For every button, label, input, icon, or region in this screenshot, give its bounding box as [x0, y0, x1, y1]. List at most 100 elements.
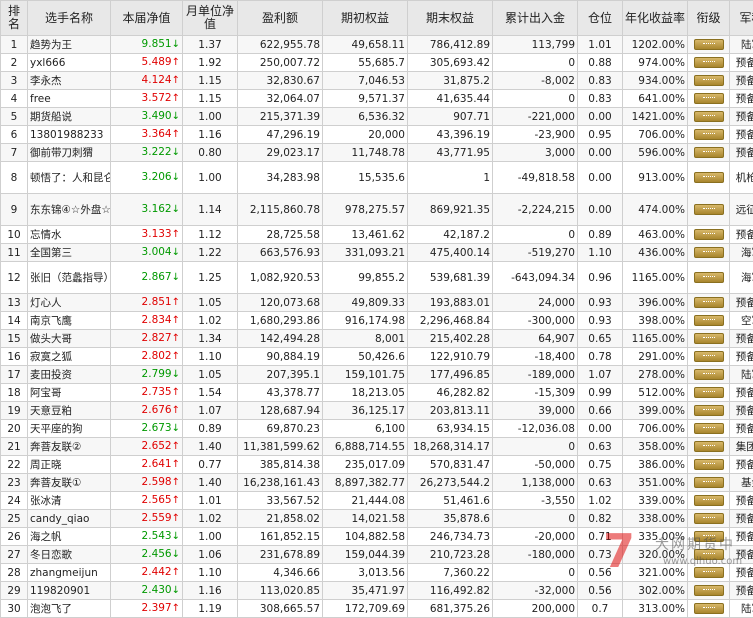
cell-start-equity: 6,100: [323, 420, 408, 438]
header-cumulative-flow[interactable]: 累计出入金: [493, 1, 578, 36]
cell-player-name[interactable]: 灯心人: [28, 294, 111, 312]
cell-player-name[interactable]: candy_qiao: [28, 510, 111, 528]
cell-player-name[interactable]: 忘情水: [28, 226, 111, 244]
cell-profit: 622,955.78: [238, 36, 323, 54]
header-profit[interactable]: 盈利额: [238, 1, 323, 36]
arrow-down-icon: ↓: [172, 531, 180, 542]
cell-player-name[interactable]: zhangmeijun: [28, 564, 111, 582]
cell-monthly-nav: 1.01: [183, 492, 238, 510]
cell-nav: 2.867↓: [111, 262, 183, 294]
header-monthly-nav[interactable]: 月单位净值: [183, 1, 238, 36]
rank-badge-icon: [694, 147, 724, 158]
cell-army: 预备役: [730, 54, 753, 72]
cell-player-name[interactable]: 麦田投资: [28, 366, 111, 384]
cell-profit: 2,115,860.78: [238, 194, 323, 226]
rank-badge-icon: [694, 387, 724, 398]
rank-badge-icon: [694, 513, 724, 524]
cell-rank-badge: [688, 294, 730, 312]
cell-profit: 11,381,599.62: [238, 438, 323, 456]
cell-player-name[interactable]: 李永杰: [28, 72, 111, 90]
cell-rank: 3: [1, 72, 28, 90]
header-nav[interactable]: 本届净值: [111, 1, 183, 36]
header-rank[interactable]: 排名: [1, 1, 28, 36]
cell-rank-badge: [688, 420, 730, 438]
cell-rank: 29: [1, 582, 28, 600]
header-start-equity[interactable]: 期初权益: [323, 1, 408, 36]
cell-player-name[interactable]: 顿悟了：人和昆仑基金: [28, 162, 111, 194]
header-annual-return[interactable]: 年化收益率: [623, 1, 688, 36]
cell-nav: 3.004↓: [111, 244, 183, 262]
cell-player-name[interactable]: 海之帆: [28, 528, 111, 546]
cell-rank: 8: [1, 162, 28, 194]
cell-monthly-nav: 1.00: [183, 528, 238, 546]
cell-player-name[interactable]: 趋势为王: [28, 36, 111, 54]
cell-nav: 2.456↓: [111, 546, 183, 564]
cell-player-name[interactable]: 期货船说: [28, 108, 111, 126]
table-row: 18阿宝哥2.735↑1.5443,378.7718,213.0546,282.…: [1, 384, 753, 402]
cell-monthly-nav: 1.92: [183, 54, 238, 72]
cell-cumulative-flow: 3,000: [493, 144, 578, 162]
cell-profit: 231,678.89: [238, 546, 323, 564]
nav-value: 9.851: [142, 38, 172, 50]
rank-badge-icon: [694, 585, 724, 596]
cell-profit: 34,283.98: [238, 162, 323, 194]
nav-value: 2.430: [142, 584, 172, 596]
cell-rank: 27: [1, 546, 28, 564]
cell-player-name[interactable]: 张冰清: [28, 492, 111, 510]
cell-cumulative-flow: 0: [493, 226, 578, 244]
cell-player-name[interactable]: 全国第三: [28, 244, 111, 262]
table-row: 9东东锦④☆外盘☆3.162↓1.142,115,860.78978,275.5…: [1, 194, 753, 226]
rank-badge-icon: [694, 272, 724, 283]
cell-player-name[interactable]: 南京飞鹰: [28, 312, 111, 330]
cell-player-name[interactable]: 泡泡飞了: [28, 600, 111, 618]
cell-player-name[interactable]: 寂寞之狐: [28, 348, 111, 366]
rank-badge-icon: [694, 495, 724, 506]
cell-player-name[interactable]: free: [28, 90, 111, 108]
cell-start-equity: 13,461.62: [323, 226, 408, 244]
cell-position: 0.83: [578, 72, 623, 90]
cell-army: 预备役: [730, 402, 753, 420]
cell-annual-return: 320.00%: [623, 546, 688, 564]
arrow-up-icon: ↑: [172, 459, 180, 470]
cell-player-name[interactable]: 做头大哥: [28, 330, 111, 348]
nav-value: 3.206: [142, 171, 172, 183]
cell-rank-badge: [688, 54, 730, 72]
cell-player-name[interactable]: 天平座的狗: [28, 420, 111, 438]
cell-player-name[interactable]: 天意豆粕: [28, 402, 111, 420]
cell-end-equity: 35,878.6: [408, 510, 493, 528]
cell-player-name[interactable]: 周正晓: [28, 456, 111, 474]
cell-player-name[interactable]: 冬日恋歌: [28, 546, 111, 564]
cell-player-name[interactable]: 张旧（范蠡指导）: [28, 262, 111, 294]
cell-rank: 16: [1, 348, 28, 366]
cell-player-name[interactable]: 东东锦④☆外盘☆: [28, 194, 111, 226]
table-row: 4free3.572↑1.1532,064.079,571.3741,635.4…: [1, 90, 753, 108]
cell-start-equity: 11,748.78: [323, 144, 408, 162]
nav-value: 2.641: [142, 458, 172, 470]
cell-position: 1.07: [578, 366, 623, 384]
cell-player-name[interactable]: 奔菩友联②: [28, 438, 111, 456]
cell-player-name[interactable]: 119820901: [28, 582, 111, 600]
header-end-equity[interactable]: 期末权益: [408, 1, 493, 36]
nav-value: 2.456: [142, 548, 172, 560]
cell-monthly-nav: 1.16: [183, 582, 238, 600]
cell-player-name[interactable]: yxl666: [28, 54, 111, 72]
cell-monthly-nav: 1.00: [183, 162, 238, 194]
table-row: 24张冰清2.565↑1.0133,567.5221,444.0851,461.…: [1, 492, 753, 510]
cell-player-name[interactable]: 御前带刀刺猬: [28, 144, 111, 162]
cell-player-name[interactable]: 阿宝哥: [28, 384, 111, 402]
cell-player-name[interactable]: 奔菩友联①: [28, 474, 111, 492]
cell-player-name[interactable]: 13801988233: [28, 126, 111, 144]
cell-cumulative-flow: -3,550: [493, 492, 578, 510]
header-name[interactable]: 选手名称: [28, 1, 111, 36]
table-row: 10忘情水3.133↑1.1228,725.5813,461.6242,187.…: [1, 226, 753, 244]
cell-position: 0.63: [578, 438, 623, 456]
nav-value: 3.162: [142, 203, 172, 215]
nav-value: 3.004: [142, 246, 172, 258]
arrow-down-icon: ↓: [172, 423, 180, 434]
cell-profit: 308,665.57: [238, 600, 323, 618]
cell-end-equity: 46,282.82: [408, 384, 493, 402]
cell-end-equity: 475,400.14: [408, 244, 493, 262]
cell-rank-badge: [688, 194, 730, 226]
header-position[interactable]: 仓位: [578, 1, 623, 36]
cell-nav: 2.641↑: [111, 456, 183, 474]
